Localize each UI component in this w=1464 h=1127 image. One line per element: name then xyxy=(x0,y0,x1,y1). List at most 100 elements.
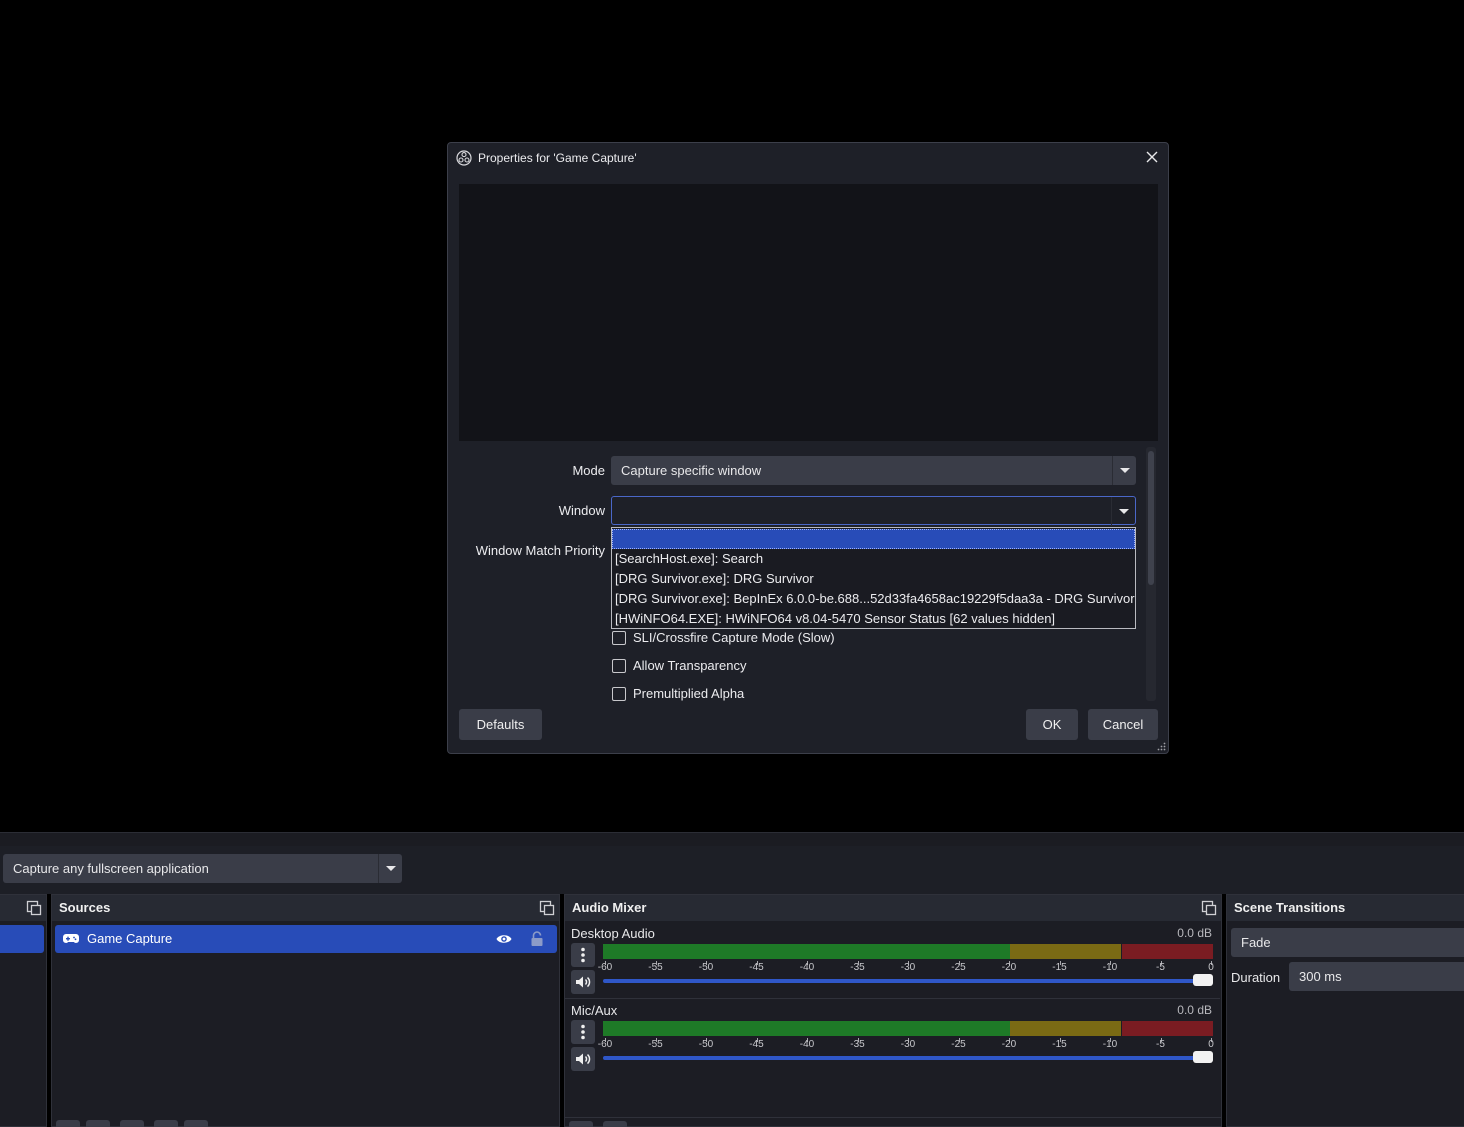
sources-title: Sources xyxy=(59,900,111,915)
eye-icon[interactable] xyxy=(496,932,512,946)
tick-label: -55 xyxy=(648,962,663,973)
tick-label: -30 xyxy=(900,1039,916,1050)
chevron-down-icon[interactable] xyxy=(1111,497,1135,526)
sources-dock: Sources Game Capture xyxy=(51,894,560,1127)
defaults-button[interactable]: Defaults xyxy=(459,709,542,740)
dialog-title: Properties for 'Game Capture' xyxy=(478,151,637,165)
tick-label: -35 xyxy=(850,1039,865,1050)
float-dock-icon[interactable] xyxy=(539,900,555,916)
tick-label: -50 xyxy=(698,962,714,973)
slider-track[interactable] xyxy=(603,979,1213,983)
checkbox-box[interactable] xyxy=(612,631,626,645)
meter-scale: -60 -55 -50 -45 -40 -35 -30 -25 -20 -15 -10 -5 0 xyxy=(598,1038,1215,1052)
cancel-button[interactable]: Cancel xyxy=(1088,709,1158,740)
checkbox-label: Premultiplied Alpha xyxy=(633,686,745,701)
speaker-icon xyxy=(576,976,591,988)
tick-label: 0 xyxy=(1208,962,1214,973)
scrollbar-thumb[interactable] xyxy=(1148,451,1154,585)
lock-icon[interactable] xyxy=(530,931,544,947)
meter-zone xyxy=(1009,944,1122,959)
duration-input[interactable]: 300 ms xyxy=(1289,962,1464,991)
tick-label: -40 xyxy=(799,962,815,973)
window-option[interactable]: [DRG Survivor.exe]: BepInEx 6.0.0-be.688… xyxy=(612,589,1135,609)
source-name: Game Capture xyxy=(87,931,173,946)
tick-label: -10 xyxy=(1102,962,1118,973)
tick-label: -35 xyxy=(850,962,865,973)
tick-label: -15 xyxy=(1052,1039,1067,1050)
checkbox-box[interactable] xyxy=(612,687,626,701)
window-select[interactable] xyxy=(611,496,1136,526)
mixer-toolbar xyxy=(565,1117,1221,1127)
tick-label: -25 xyxy=(951,1039,966,1050)
chevron-down-icon[interactable] xyxy=(378,854,402,883)
context-mode-select[interactable]: Capture any fullscreen application xyxy=(3,854,402,883)
tick-label: -15 xyxy=(1052,962,1067,973)
window-label: Window xyxy=(558,503,605,518)
tick-label: -30 xyxy=(900,962,916,973)
close-icon[interactable] xyxy=(1144,149,1160,165)
tick-label: -50 xyxy=(698,1039,714,1050)
source-properties-button[interactable] xyxy=(120,1120,144,1127)
sources-dock-title: Sources xyxy=(52,895,559,921)
source-item-game-capture[interactable]: Game Capture xyxy=(55,925,557,953)
tick-label: -60 xyxy=(597,962,613,973)
meter-zone xyxy=(603,1021,1010,1036)
scene-transitions-dock: Scene Transitions Fade Duration 300 ms xyxy=(1226,894,1464,1127)
tick-label: -5 xyxy=(1156,962,1165,973)
channel-name: Desktop Audio xyxy=(571,926,655,941)
transition-select[interactable]: Fade xyxy=(1231,928,1464,957)
channel-menu-button[interactable] xyxy=(571,1020,595,1044)
checkbox-box[interactable] xyxy=(612,659,626,673)
remove-source-button[interactable] xyxy=(86,1120,110,1127)
mixer-menu-button[interactable] xyxy=(603,1121,627,1127)
slider-handle[interactable] xyxy=(1193,1051,1213,1063)
slider-track[interactable] xyxy=(603,1056,1213,1060)
chevron-down-icon[interactable] xyxy=(1112,456,1136,485)
audio-mixer-title: Audio Mixer xyxy=(572,900,647,915)
window-match-priority-label: Window Match Priority xyxy=(475,543,605,558)
window-option[interactable]: [SearchHost.exe]: Search xyxy=(612,549,1135,569)
float-dock-icon[interactable] xyxy=(1201,900,1217,916)
audio-mixer-dock: Audio Mixer Desktop Audio 0.0 dB -60 -55 -50… xyxy=(564,894,1222,1127)
tick-label: -55 xyxy=(648,1039,663,1050)
context-bar: Capture any fullscreen application xyxy=(0,846,1464,894)
move-source-up-button[interactable] xyxy=(154,1120,178,1127)
properties-dialog: Properties for 'Game Capture' Mode Captu… xyxy=(447,142,1169,754)
meter-zone xyxy=(1121,1021,1213,1036)
window-option[interactable] xyxy=(612,529,1135,549)
mixer-channel: Mic/Aux 0.0 dB -60 -55 -50 -45 -40 -35 -30 -25 -20… xyxy=(565,999,1220,1076)
ok-button[interactable]: OK xyxy=(1026,709,1078,740)
scene-transitions-title: Scene Transitions xyxy=(1234,900,1346,915)
tick-label: -25 xyxy=(951,962,966,973)
advanced-audio-button[interactable] xyxy=(569,1121,593,1127)
window-option[interactable]: [DRG Survivor.exe]: DRG Survivor xyxy=(612,569,1135,589)
window-dropdown-list: [SearchHost.exe]: Search [DRG Survivor.ex… xyxy=(611,527,1136,629)
properties-scrollbar[interactable] xyxy=(1146,447,1156,701)
mute-button[interactable] xyxy=(571,970,595,994)
channel-menu-button[interactable] xyxy=(571,943,595,967)
scene-row-selected[interactable] xyxy=(0,925,44,953)
meter-zone xyxy=(1009,1021,1122,1036)
duration-label: Duration xyxy=(1231,970,1281,985)
tick-label: -40 xyxy=(799,1039,815,1050)
meter-scale: -60 -55 -50 -45 -40 -35 -30 -25 -20 -15 -10 -5 0 xyxy=(598,961,1215,975)
meter-zone xyxy=(603,944,1010,959)
mute-button[interactable] xyxy=(571,1047,595,1071)
volume-slider[interactable] xyxy=(603,974,1213,986)
float-dock-icon[interactable] xyxy=(26,900,42,916)
move-source-down-button[interactable] xyxy=(184,1120,208,1127)
slider-handle[interactable] xyxy=(1193,974,1213,986)
add-source-button[interactable] xyxy=(56,1120,80,1127)
scenes-dock-title xyxy=(0,895,46,921)
volume-slider[interactable] xyxy=(603,1051,1213,1063)
resize-grip-icon[interactable] xyxy=(1157,742,1166,751)
kebab-menu-icon xyxy=(581,947,585,963)
channel-db: 0.0 dB xyxy=(1177,926,1212,940)
window-option[interactable]: [HWiNFO64.EXE]: HWiNFO64 v8.04-5470 Sens… xyxy=(612,609,1135,629)
channel-db: 0.0 dB xyxy=(1177,1003,1212,1017)
mode-label: Mode xyxy=(572,463,605,478)
mode-select[interactable]: Capture specific window xyxy=(611,456,1136,485)
tick-label: -5 xyxy=(1156,1039,1165,1050)
tick-label: -10 xyxy=(1102,1039,1118,1050)
audio-mixer-dock-title: Audio Mixer xyxy=(565,895,1221,921)
